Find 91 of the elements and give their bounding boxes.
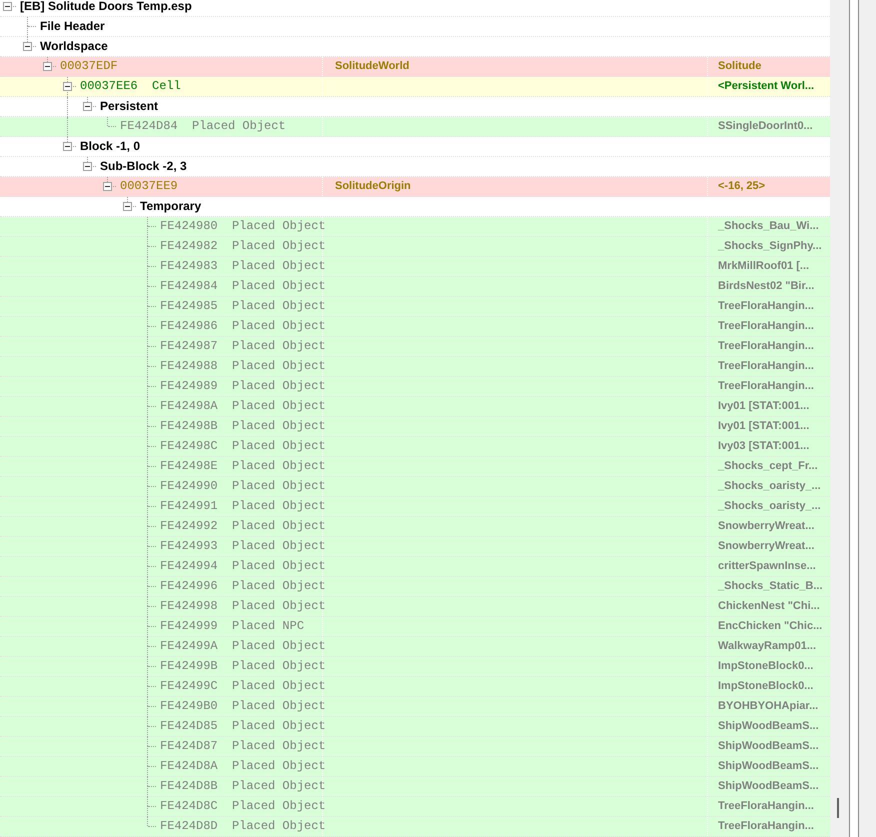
scrollbar[interactable] (830, 0, 876, 837)
tree-item[interactable]: FE424985 Placed Object (160, 297, 326, 316)
tree-item[interactable]: FE424D8A Placed Object (160, 757, 326, 776)
value-cell-text: ImpStoneBlock0... (718, 659, 814, 674)
collapse-icon[interactable] (83, 102, 92, 111)
tree-item[interactable]: FE424D8D Placed Object (160, 817, 326, 836)
tree-item[interactable]: FE424998 Placed Object (160, 597, 326, 616)
collapse-icon[interactable] (103, 182, 112, 191)
tree-item[interactable]: FE424D8B Placed Object (160, 777, 326, 796)
value-cell-text: TreeFloraHangin... (718, 819, 814, 834)
tree-item[interactable]: FE424D87 Placed Object (160, 737, 326, 756)
value-cell-text: ImpStoneBlock0... (718, 679, 814, 694)
value-cell-text: TreeFloraHangin... (718, 359, 814, 374)
tree-item[interactable]: Worldspace (40, 37, 108, 56)
collapse-icon[interactable] (43, 62, 52, 71)
tree-item[interactable]: FE42499B Placed Object (160, 657, 326, 676)
tree-item[interactable]: FE424991 Placed Object (160, 497, 326, 516)
tree-item[interactable]: FE424D85 Placed Object (160, 717, 326, 736)
value-cell-text: _Shocks_SignPhy... (718, 239, 822, 254)
value-cell-text: SnowberryWreat... (718, 519, 814, 534)
tree-item[interactable]: FE424993 Placed Object (160, 537, 326, 556)
collapse-icon[interactable] (83, 162, 92, 171)
collapse-icon[interactable] (23, 42, 32, 51)
collapse-icon[interactable] (63, 142, 72, 151)
value-cell-text: ChickenNest "Chi... (718, 599, 820, 614)
value-cell-text: SSingleDoorInt0... (718, 119, 813, 134)
tree-item[interactable]: FE42499C Placed Object (160, 677, 326, 696)
tree-item[interactable]: 00037EDF (60, 57, 118, 76)
editor-id-cell-text: SolitudeOrigin (335, 179, 411, 194)
value-cell-text: TreeFloraHangin... (718, 299, 814, 314)
collapse-icon[interactable] (123, 202, 132, 211)
tree-item[interactable]: FE424D84 Placed Object (120, 117, 286, 136)
tree-item[interactable]: FE424D8C Placed Object (160, 797, 326, 816)
value-cell-text: ShipWoodBeamS... (718, 719, 819, 734)
tree-item[interactable]: Block -1, 0 (80, 137, 140, 156)
value-cell-text: ShipWoodBeamS... (718, 779, 819, 794)
splitter[interactable] (849, 0, 859, 837)
value-cell-text: <-16, 25> (718, 179, 766, 194)
tree-item[interactable]: FE424994 Placed Object (160, 557, 326, 576)
tree-item[interactable]: [EB] Solitude Doors Temp.esp (20, 0, 192, 16)
value-cell-text: BYOHBYOHApiar... (718, 699, 818, 714)
tree-item[interactable]: FE424982 Placed Object (160, 237, 326, 256)
tree-item[interactable]: File Header (40, 17, 105, 36)
tree-item[interactable]: FE42498E Placed Object (160, 457, 326, 476)
tree-item[interactable]: FE424992 Placed Object (160, 517, 326, 536)
tree-item[interactable]: FE42498A Placed Object (160, 397, 326, 416)
tree-item[interactable]: FE424980 Placed Object (160, 217, 326, 236)
collapse-icon[interactable] (63, 82, 72, 91)
tree-item[interactable]: 00037EE6 Cell (80, 77, 181, 96)
value-cell-text: MrkMillRoof01 [... (718, 259, 810, 274)
tree-item[interactable]: FE42498C Placed Object (160, 437, 326, 456)
value-cell-text: Ivy01 [STAT:001... (718, 419, 810, 434)
tree-item[interactable]: FE424986 Placed Object (160, 317, 326, 336)
value-cell-text: TreeFloraHangin... (718, 339, 814, 354)
tree-item[interactable]: FE424989 Placed Object (160, 377, 326, 396)
tree-item[interactable]: FE42499A Placed Object (160, 637, 326, 656)
tree-item[interactable]: Persistent (100, 97, 158, 116)
value-cell-text: TreeFloraHangin... (718, 319, 814, 334)
value-cell-text: TreeFloraHangin... (718, 379, 814, 394)
value-cell-text: TreeFloraHangin... (718, 799, 814, 814)
value-cell-text: _Shocks_oaristy_... (718, 499, 821, 514)
tree-item[interactable]: FE424983 Placed Object (160, 257, 326, 276)
collapse-icon[interactable] (3, 2, 12, 11)
tree-item[interactable]: FE424988 Placed Object (160, 357, 326, 376)
value-cell-text: ShipWoodBeamS... (718, 739, 819, 754)
value-cell-text: _Shocks_cept_Fr... (718, 459, 818, 474)
tree-item[interactable]: FE424999 Placed NPC (160, 617, 304, 636)
value-cell-text: _Shocks_oaristy_... (718, 479, 821, 494)
tree-item[interactable]: Temporary (140, 197, 202, 216)
value-cell-text: BirdsNest02 "Bir... (718, 279, 814, 294)
tree-item[interactable]: 00037EE9 (120, 177, 178, 196)
scrollbar-thumb[interactable] (837, 798, 839, 818)
value-cell-text: critterSpawnInse... (718, 559, 816, 574)
value-cell-text: WalkwayRamp01... (718, 639, 816, 654)
tree-item[interactable]: FE424984 Placed Object (160, 277, 326, 296)
value-cell-text: _Shocks_Bau_Wi... (718, 219, 819, 234)
value-cell-text: ShipWoodBeamS... (718, 759, 819, 774)
value-cell-text: EncChicken "Chic... (718, 619, 822, 634)
tree-item[interactable]: FE424996 Placed Object (160, 577, 326, 596)
value-cell-text: Ivy03 [STAT:001... (718, 439, 810, 454)
tree-item[interactable]: FE424990 Placed Object (160, 477, 326, 496)
tree-item[interactable]: FE424987 Placed Object (160, 337, 326, 356)
editor-id-cell-text: SolitudeWorld (335, 59, 410, 74)
value-cell-text: SnowberryWreat... (718, 539, 814, 554)
value-cell-text: <Persistent Worl... (718, 79, 814, 94)
tree-item[interactable]: FE4249B0 Placed Object (160, 697, 326, 716)
value-cell-text: Ivy01 [STAT:001... (718, 399, 810, 414)
value-cell-text: _Shocks_Static_B... (718, 579, 823, 594)
tree-item[interactable]: Sub-Block -2, 3 (100, 157, 187, 176)
tree-item[interactable]: FE42498B Placed Object (160, 417, 326, 436)
value-cell-text: Solitude (718, 59, 762, 74)
